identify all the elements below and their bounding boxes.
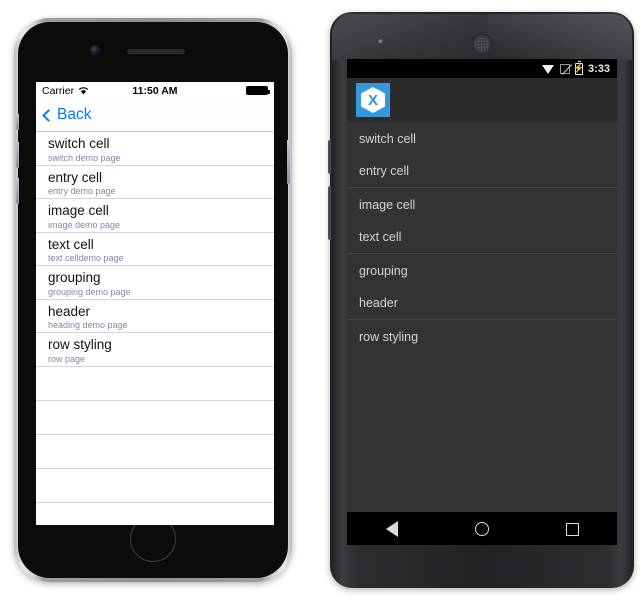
power-button[interactable] bbox=[328, 140, 331, 174]
ios-list-cell[interactable]: grouping grouping demo page bbox=[36, 266, 274, 300]
xamarin-logo-icon[interactable]: X bbox=[356, 83, 390, 117]
ios-status-bar: Carrier 11:50 AM bbox=[36, 82, 274, 99]
wifi-icon bbox=[541, 64, 555, 74]
ios-list-cell[interactable]: text cell text celldemo page bbox=[36, 233, 274, 266]
ios-cell-detail: image demo page bbox=[48, 219, 121, 230]
xamarin-logo-glyph: X bbox=[361, 87, 385, 113]
ios-list-cell[interactable]: row styling row page bbox=[36, 333, 274, 367]
signal-off-icon bbox=[559, 63, 570, 74]
ios-cell-detail: text celldemo page bbox=[48, 253, 124, 264]
battery-charging-icon: ⚡ bbox=[573, 60, 585, 75]
android-bezel-highlight bbox=[488, 14, 632, 60]
nav-home-icon[interactable] bbox=[474, 522, 489, 536]
ios-empty-row bbox=[36, 435, 274, 469]
nav-back-icon[interactable] bbox=[385, 521, 398, 537]
ios-list-cell[interactable]: entry cell entry demo page bbox=[36, 166, 274, 199]
android-list-row[interactable]: entry cell bbox=[347, 155, 617, 188]
wifi-icon bbox=[78, 87, 89, 95]
android-status-bar: ⚡ 3:33 bbox=[347, 59, 617, 78]
power-button[interactable] bbox=[287, 140, 290, 184]
ios-cell-detail: row page bbox=[48, 353, 86, 364]
earpiece-speaker-icon bbox=[127, 49, 185, 54]
ios-cell-detail: switch demo page bbox=[48, 152, 121, 163]
ios-cell-detail: grouping demo page bbox=[48, 286, 131, 297]
android-device: ⚡ 3:33 X switch cell entry cell image cell… bbox=[328, 12, 634, 588]
ios-list-cell[interactable]: switch cell switch demo page bbox=[36, 132, 274, 166]
ios-list-cell[interactable]: image cell image demo page bbox=[36, 199, 274, 233]
ios-empty-row bbox=[36, 401, 274, 435]
ios-nav-bar: Back bbox=[36, 99, 274, 132]
speaker-grille bbox=[475, 37, 489, 51]
android-clock: 3:33 bbox=[587, 62, 610, 75]
back-button-label: Back bbox=[57, 106, 92, 123]
ios-cell-detail: heading demo page bbox=[48, 320, 128, 331]
android-list-row[interactable]: row styling bbox=[347, 320, 617, 353]
android-list-row[interactable]: switch cell bbox=[347, 122, 617, 155]
ios-cell-title: image cell bbox=[48, 203, 109, 219]
ios-screen: Carrier 11:50 AM Back switch cell switch… bbox=[36, 82, 274, 525]
android-action-bar: X bbox=[347, 78, 617, 122]
android-list-row[interactable]: header bbox=[347, 287, 617, 320]
ios-cell-title: entry cell bbox=[48, 169, 103, 185]
ios-cell-title: header bbox=[48, 303, 91, 319]
android-nav-bar bbox=[347, 512, 617, 545]
ios-cell-detail: entry demo page bbox=[48, 186, 116, 197]
iphone-device: Carrier 11:50 AM Back switch cell switch… bbox=[14, 18, 292, 582]
ring-switch[interactable] bbox=[16, 114, 19, 130]
ios-status-right bbox=[246, 86, 270, 95]
ios-cell-title: grouping bbox=[48, 270, 101, 286]
android-list-row[interactable]: image cell bbox=[347, 188, 617, 221]
ios-cell-title: text cell bbox=[48, 236, 94, 252]
chevron-left-icon bbox=[42, 108, 55, 122]
ios-cell-title: switch cell bbox=[48, 136, 110, 152]
ios-list-cell[interactable]: header heading demo page bbox=[36, 300, 274, 333]
iphone-body: Carrier 11:50 AM Back switch cell switch… bbox=[16, 22, 290, 578]
earpiece-speaker-icon bbox=[471, 33, 493, 55]
back-button[interactable]: Back bbox=[42, 106, 91, 124]
front-camera-icon bbox=[91, 46, 99, 54]
proximity-sensor-icon bbox=[564, 42, 582, 46]
volume-button[interactable] bbox=[328, 186, 331, 240]
volume-down-button[interactable] bbox=[16, 178, 19, 204]
volume-up-button[interactable] bbox=[16, 142, 19, 168]
ios-list[interactable]: switch cell switch demo page entry cell ent… bbox=[36, 132, 274, 503]
ios-carrier-group: Carrier bbox=[42, 85, 89, 97]
front-camera-icon bbox=[378, 39, 384, 45]
nav-recents-icon[interactable] bbox=[565, 522, 579, 536]
android-list[interactable]: switch cell entry cell image cell text cell… bbox=[347, 122, 617, 512]
android-list-row[interactable]: grouping bbox=[347, 254, 617, 287]
ios-empty-row bbox=[36, 469, 274, 503]
ios-cell-title: row styling bbox=[48, 337, 112, 353]
ios-empty-row bbox=[36, 367, 274, 401]
ios-carrier-label: Carrier bbox=[42, 84, 75, 97]
battery-full-icon bbox=[246, 86, 270, 95]
android-screen: ⚡ 3:33 X switch cell entry cell image cell… bbox=[347, 59, 617, 545]
comparison-screenshot: Carrier 11:50 AM Back switch cell switch… bbox=[0, 0, 644, 600]
android-list-row[interactable]: text cell bbox=[347, 221, 617, 254]
